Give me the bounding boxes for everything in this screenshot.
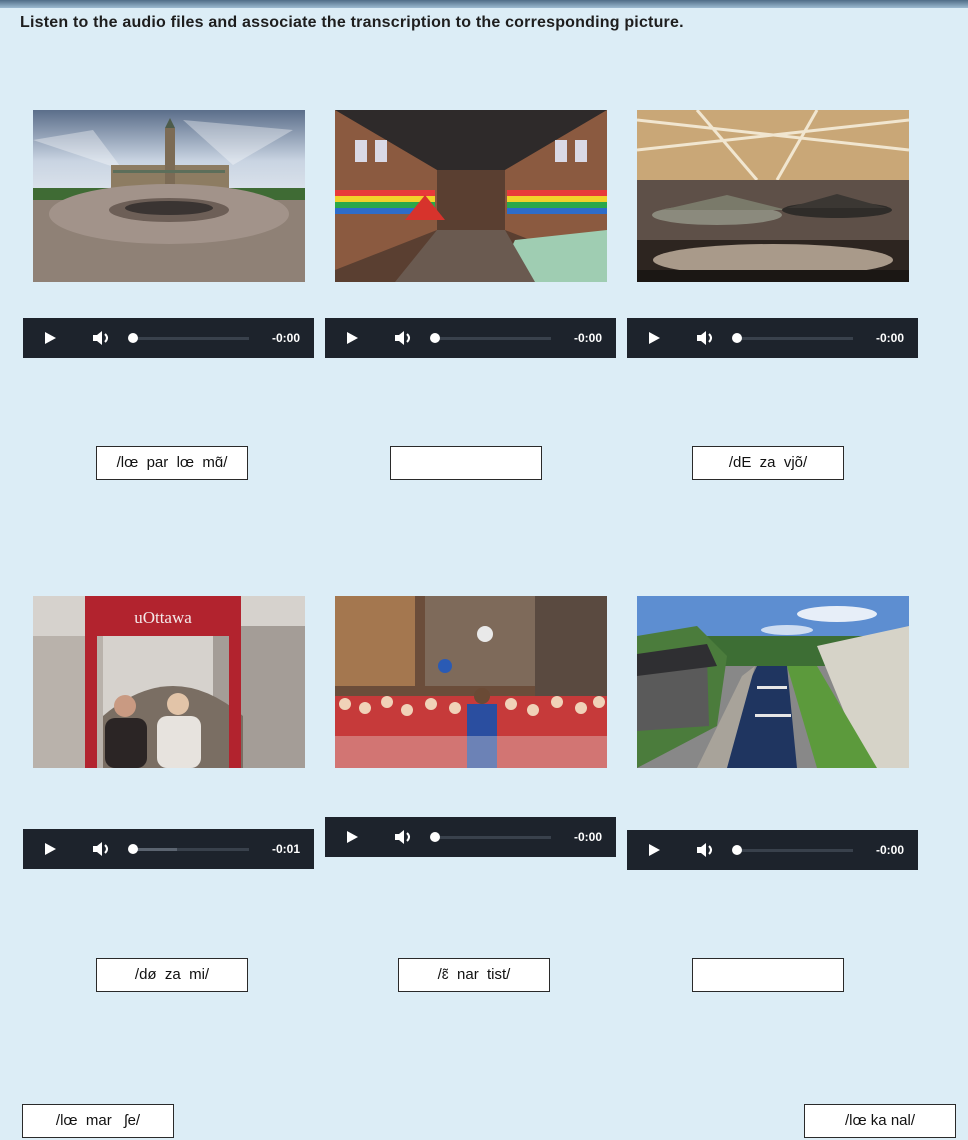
volume-icon[interactable] <box>695 328 717 348</box>
progress-knob[interactable] <box>732 845 742 855</box>
volume-icon[interactable] <box>91 328 113 348</box>
volume-icon[interactable] <box>91 839 113 859</box>
play-icon[interactable] <box>325 817 381 857</box>
progress-track[interactable] <box>732 845 853 855</box>
answer-box-6[interactable] <box>692 958 844 992</box>
progress-track[interactable] <box>128 844 249 854</box>
answer-box-2[interactable] <box>390 446 542 480</box>
answer-box-5[interactable]: /ɛ̃ nar tist/ <box>398 958 550 992</box>
draggable-transcription[interactable]: /lœ ka nal/ <box>804 1104 956 1138</box>
play-icon[interactable] <box>627 830 683 870</box>
progress-track[interactable] <box>430 832 551 842</box>
progress-knob[interactable] <box>430 333 440 343</box>
audio-player: -0:00 <box>627 830 918 870</box>
answer-box-4[interactable]: /dø za mi/ <box>96 958 248 992</box>
play-icon[interactable] <box>23 829 79 869</box>
buffer-bar <box>133 848 178 851</box>
time-remaining: -0:01 <box>271 842 300 856</box>
answer-box-3[interactable]: /dE za vjõ/ <box>692 446 844 480</box>
audio-player: -0:00 <box>627 318 918 358</box>
draggable-transcription[interactable]: /lœ mar ʃe/ <box>22 1104 174 1138</box>
play-icon[interactable] <box>627 318 683 358</box>
audio-player: -0:00 <box>325 318 616 358</box>
parliament-photo <box>33 110 305 282</box>
volume-icon[interactable] <box>695 840 717 860</box>
progress-knob[interactable] <box>128 333 138 343</box>
market-hall-photo <box>335 110 607 282</box>
progress-track[interactable] <box>732 333 853 343</box>
play-icon[interactable] <box>325 318 381 358</box>
audio-player: -0:00 <box>23 318 314 358</box>
play-icon[interactable] <box>23 318 79 358</box>
volume-icon[interactable] <box>393 328 415 348</box>
time-remaining: -0:00 <box>271 331 300 345</box>
progress-track[interactable] <box>430 333 551 343</box>
aircraft-museum-photo <box>637 110 909 282</box>
volume-icon[interactable] <box>393 827 415 847</box>
canal-locks-photo <box>637 596 909 768</box>
audio-player: -0:01 <box>23 829 314 869</box>
time-remaining: -0:00 <box>573 830 602 844</box>
time-remaining: -0:00 <box>573 331 602 345</box>
answer-box-1[interactable]: /lœ par lœ mɑ̃/ <box>96 446 248 480</box>
progress-knob[interactable] <box>732 333 742 343</box>
progress-track[interactable] <box>128 333 249 343</box>
progress-knob[interactable] <box>430 832 440 842</box>
progress-knob[interactable] <box>128 844 138 854</box>
instruction-text: Listen to the audio files and associate … <box>20 14 684 31</box>
audio-player: -0:00 <box>325 817 616 857</box>
top-rule <box>0 0 968 8</box>
time-remaining: -0:00 <box>875 331 904 345</box>
svg-text:uOttawa: uOttawa <box>134 608 192 627</box>
street-performer-crowd-photo <box>335 596 607 768</box>
time-remaining: -0:00 <box>875 843 904 857</box>
uottawa-sign-photo: uOttawa <box>33 596 305 768</box>
